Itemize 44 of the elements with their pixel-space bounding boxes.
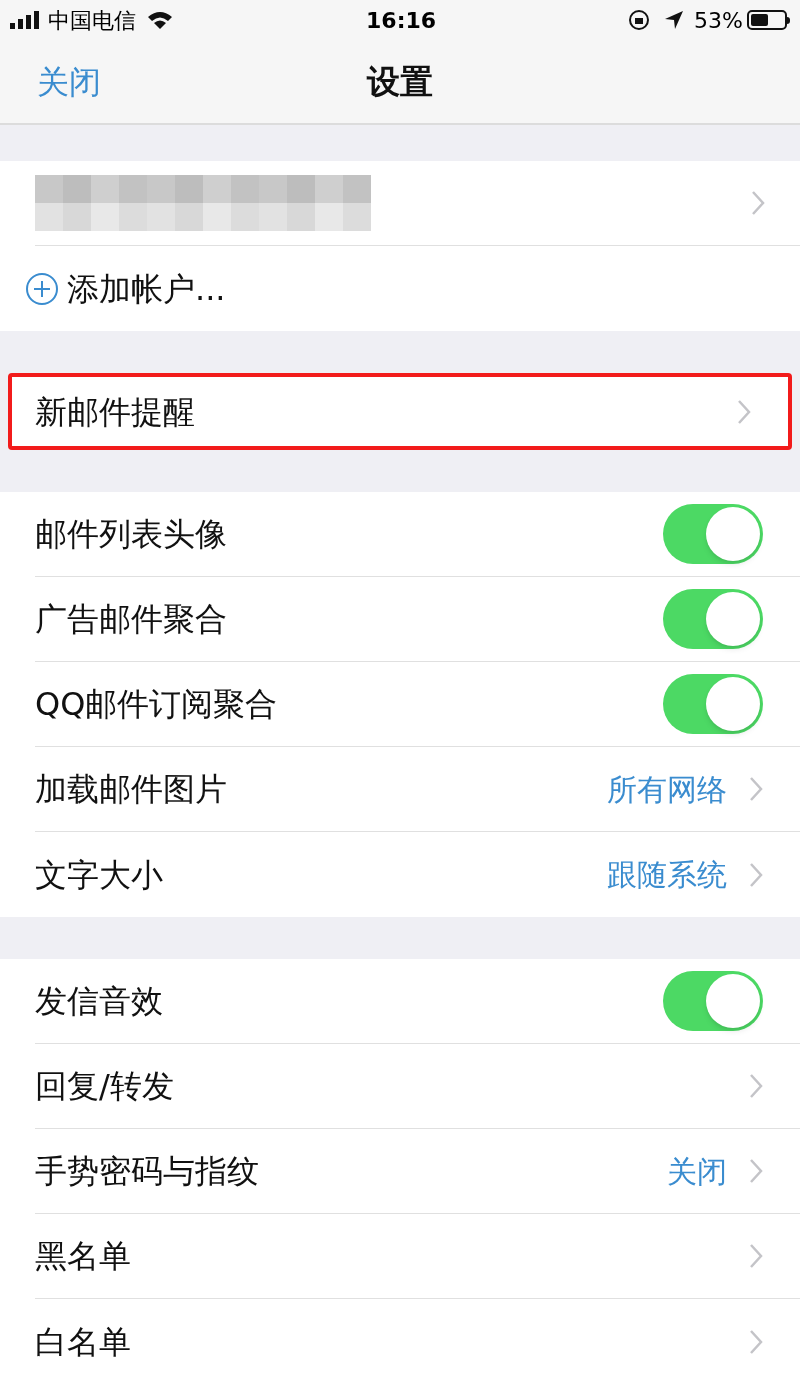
toggle-switch[interactable]	[663, 504, 763, 564]
page-title: 设置	[367, 60, 433, 103]
chevron-icon	[749, 776, 763, 802]
chevron-icon	[751, 190, 765, 216]
chevron-icon	[749, 1243, 763, 1269]
setting-value: 所有网络	[607, 770, 727, 809]
clock-time: 16:16	[366, 6, 437, 35]
setting-label: 加载邮件图片	[35, 769, 228, 810]
setting-row[interactable]: 加载邮件图片 所有网络	[0, 747, 800, 832]
toggle-switch[interactable]	[663, 674, 763, 734]
chevron-icon	[749, 861, 763, 888]
lock-rotation-icon	[628, 9, 651, 31]
setting-value: 关闭	[667, 1152, 727, 1191]
toggle-switch[interactable]	[663, 971, 763, 1031]
setting-label: 发信音效	[35, 981, 164, 1022]
battery-percent: 53%	[694, 6, 743, 35]
setting-label: 手势密码与指纹	[35, 1151, 260, 1192]
add-icon	[25, 271, 59, 306]
wifi-icon	[146, 10, 174, 30]
setting-row[interactable]: 回复/转发	[0, 1044, 800, 1129]
setting-row[interactable]: 黑名单	[0, 1214, 800, 1299]
setting-label: 白名单	[35, 1321, 132, 1363]
location-arrow-icon	[664, 10, 685, 30]
chevron-icon	[749, 1158, 763, 1184]
carrier-name: 中国电信	[48, 6, 136, 35]
chevron-icon	[749, 1328, 763, 1355]
setting-label: 文字大小	[35, 854, 164, 896]
setting-value: 跟随系统	[607, 856, 727, 894]
chevron-icon	[749, 1073, 763, 1099]
chevron-icon	[737, 398, 751, 425]
setting-label: QQ邮件订阅聚合	[35, 684, 279, 725]
add-account-label[interactable]: 添加帐户...	[67, 264, 226, 313]
signal-icon	[10, 11, 40, 29]
setting-row[interactable]: 新邮件提醒	[8, 373, 792, 450]
setting-label: 回复/转发	[35, 1066, 175, 1107]
setting-row[interactable]: 白名单	[0, 1299, 800, 1374]
setting-row[interactable]: 文字大小 跟随系统	[0, 832, 800, 917]
setting-label: 黑名单	[35, 1236, 132, 1277]
setting-label: 新邮件提醒	[35, 391, 196, 433]
setting-label: 邮件列表头像	[35, 514, 228, 555]
setting-label: 广告邮件聚合	[35, 599, 228, 640]
toggle-switch[interactable]	[663, 589, 763, 649]
setting-row[interactable]: 手势密码与指纹 关闭	[0, 1129, 800, 1214]
battery-icon	[747, 10, 790, 30]
